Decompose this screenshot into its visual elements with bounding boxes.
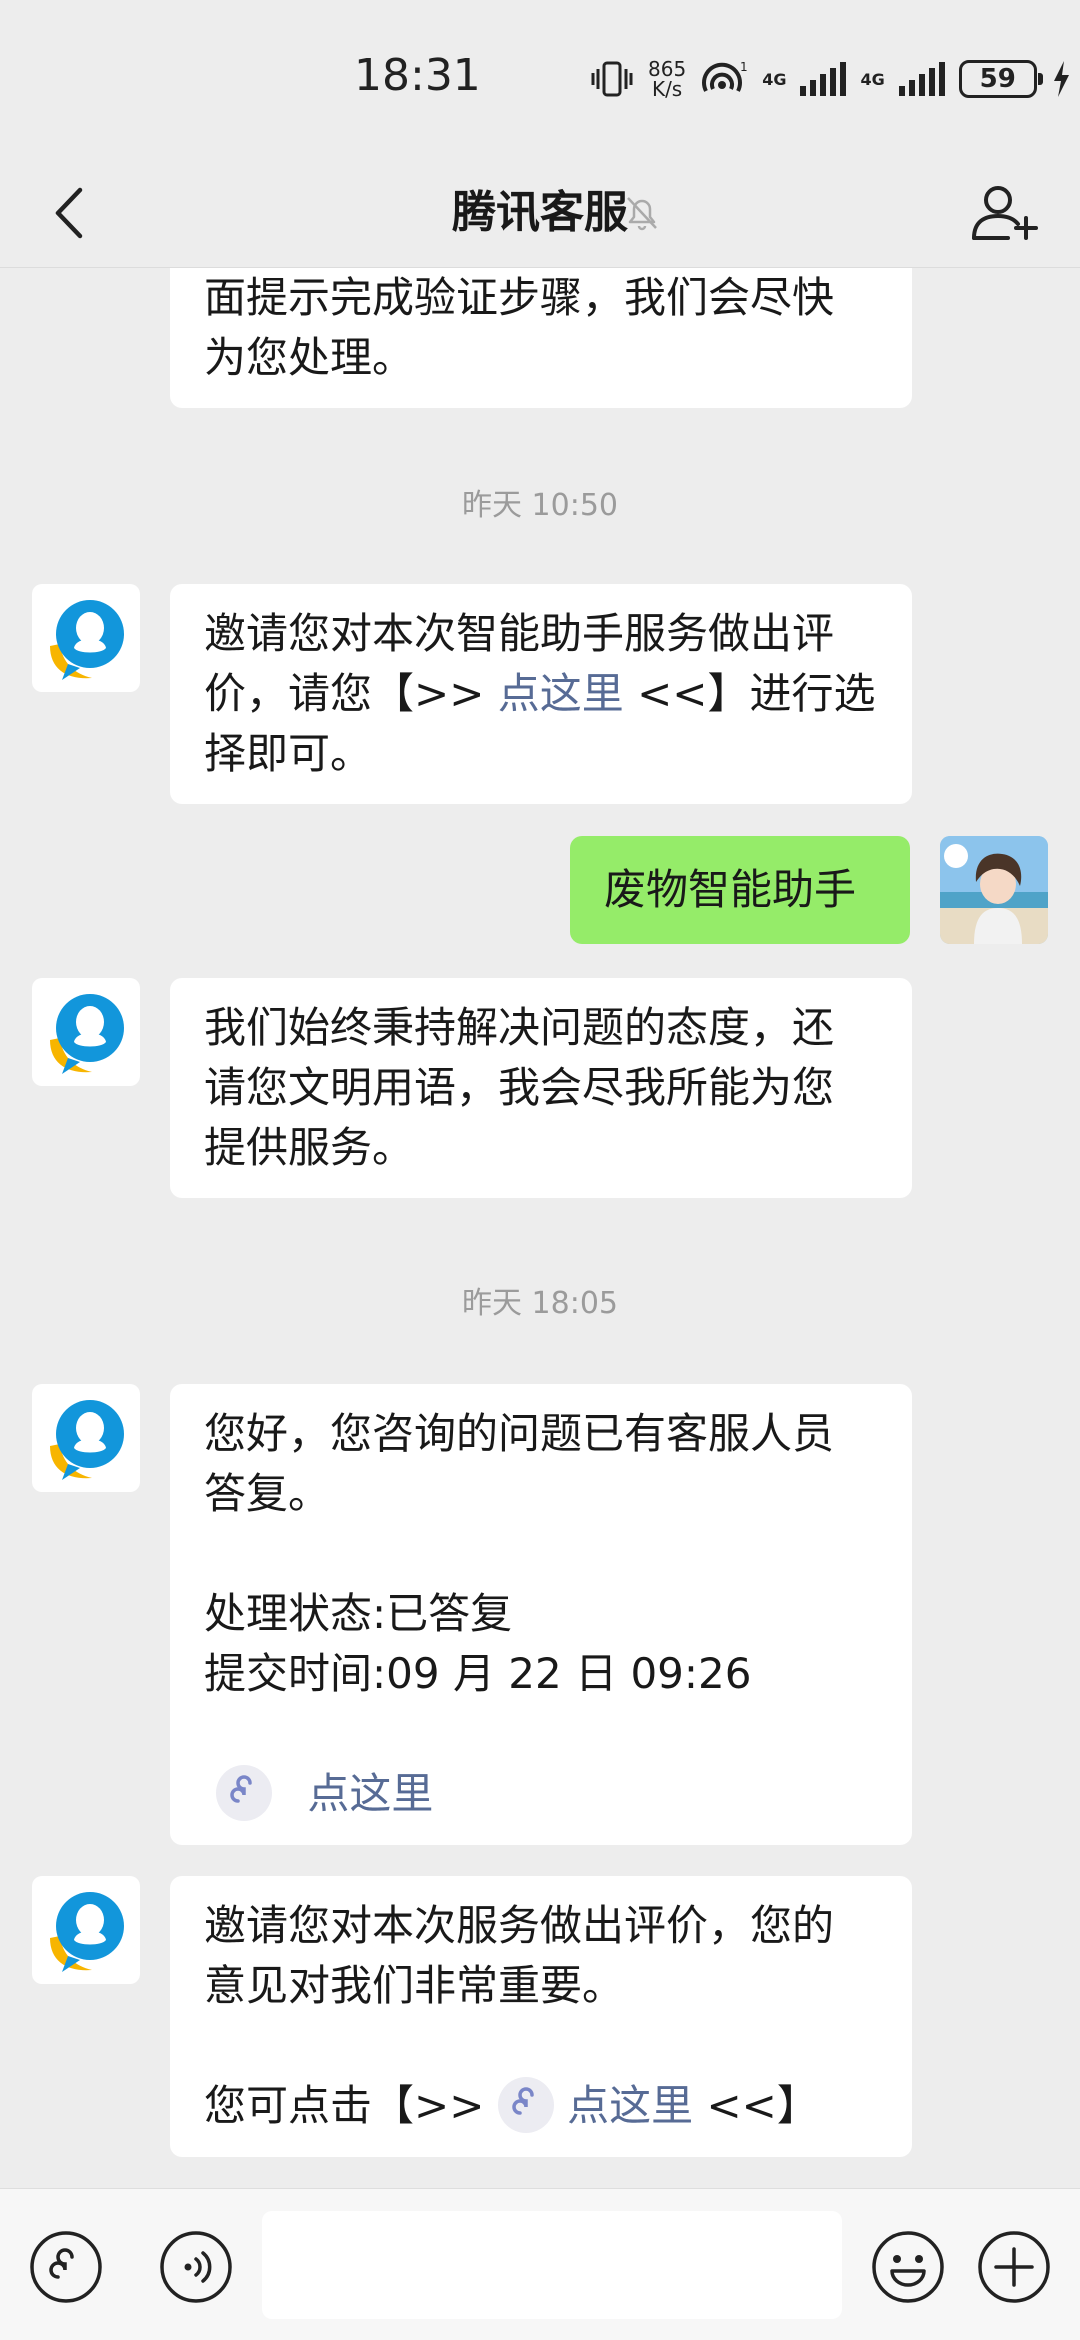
hotspot-icon: 1 [702,60,748,92]
message-text: 请您文明用语，我会尽我所能为您 [204,1063,835,1112]
emoji-button[interactable] [870,2229,946,2305]
voice-button[interactable] [158,2229,234,2305]
qq-logo-icon [50,994,124,1074]
svg-text:1: 1 [740,60,748,74]
add-user-icon [972,186,1038,240]
signal-bars-2-icon [898,62,945,96]
sent-message-bubble[interactable]: 废物智能助手 [570,836,910,944]
network-speed: 865 K/s [648,57,687,101]
more-options-button[interactable] [976,2229,1052,2305]
status-bar: 18:31 865 K/s 1 4G 4G 59 [0,0,1080,160]
vibrate-icon [591,61,633,97]
message-bubble[interactable]: 邀请您对本次服务做出评价，您的 意见对我们非常重要。 您可点击【>> 点这里 <… [170,1876,912,2157]
message-bubble[interactable]: 邀请您对本次智能助手服务做出评 价，请您【>> 点这里 <<】进行选 择即可。 [170,584,912,804]
mini-program-button[interactable] [28,2229,104,2305]
message-text: 意见对我们非常重要。 [204,1961,625,2010]
message-text: 废物智能助手 [604,865,857,914]
message-text: <<】进行选 [623,669,876,718]
add-user-button[interactable] [964,174,1044,254]
click-here-link[interactable]: 点这里 [567,2081,693,2130]
qq-support-avatar[interactable] [32,978,140,1086]
mini-program-link-icon [216,1764,272,1821]
voice-icon [160,2231,232,2303]
charging-bolt-icon [1053,61,1069,97]
plus-icon [978,2231,1050,2303]
user-avatar[interactable] [940,836,1048,944]
message-input[interactable] [262,2211,842,2319]
status-icons: 865 K/s 1 4G 4G 59 [590,54,1071,104]
message-bubble[interactable]: 我们始终秉持解决问题的态度，还 请您文明用语，我会尽我所能为您 提供服务。 [170,978,912,1198]
chat-title: 腾讯客服 [452,187,628,238]
title-bar: 腾讯客服 [0,160,1080,268]
emoji-icon [872,2231,944,2303]
message-text: 提交时间:09 月 22 日 09:26 [204,1649,752,1698]
message-text: 提供服务。 [204,1123,415,1172]
mute-bell-icon [627,197,657,231]
message-text: 处理状态:已答复 [204,1589,513,1638]
signal-label-2: 4G [860,69,885,89]
input-toolbar [0,2188,1080,2340]
message-text: 邀请您对本次服务做出评价，您的 [204,1901,835,1950]
click-here-link[interactable]: 点这里 [307,1769,433,1818]
qq-logo-icon [50,1400,124,1480]
click-here-link[interactable]: 点这里 [498,669,624,718]
mini-program-link-icon [497,2076,554,2133]
message-bubble[interactable]: 面提示完成验证步骤，我们会尽快 为您处理。 [170,268,912,408]
qq-logo-icon [50,600,124,680]
message-text: 答复。 [204,1469,331,1518]
battery-indicator: 59 [958,60,1043,98]
message-text: 为您处理。 [204,333,415,382]
message-text: 邀请您对本次智能助手服务做出评 [204,609,835,658]
message-timestamp: 昨天 10:50 [462,488,618,523]
signal-bars-1-icon [800,62,847,96]
qq-support-avatar[interactable] [32,1876,140,1984]
message-timestamp: 昨天 18:05 [462,1286,618,1321]
signal-label-1: 4G [762,69,787,89]
message-text: 您可点击【>> [204,2081,498,2130]
message-text: 面提示完成验证步骤，我们会尽快 [204,273,835,322]
qq-support-avatar[interactable] [32,584,140,692]
user-avatar-image [940,836,1048,944]
message-text: 您好，您咨询的问题已有客服人员 [204,1409,835,1458]
message-text: 价，请您【>> [204,669,498,718]
qq-support-avatar[interactable] [32,1384,140,1492]
message-bubble[interactable]: 您好，您咨询的问题已有客服人员 答复。 处理状态:已答复 提交时间:09 月 2… [170,1384,912,1845]
chat-message-list[interactable]: 面提示完成验证步骤，我们会尽快 为您处理。 昨天 10:50 邀请您对本次智能助… [0,268,1080,2188]
mini-program-icon [30,2231,102,2303]
status-time: 18:31 [354,50,481,101]
message-text: 我们始终秉持解决问题的态度，还 [204,1003,835,1052]
qq-logo-icon [50,1892,124,1972]
message-text: 择即可。 [204,729,373,778]
message-text: <<】 [693,2081,819,2130]
